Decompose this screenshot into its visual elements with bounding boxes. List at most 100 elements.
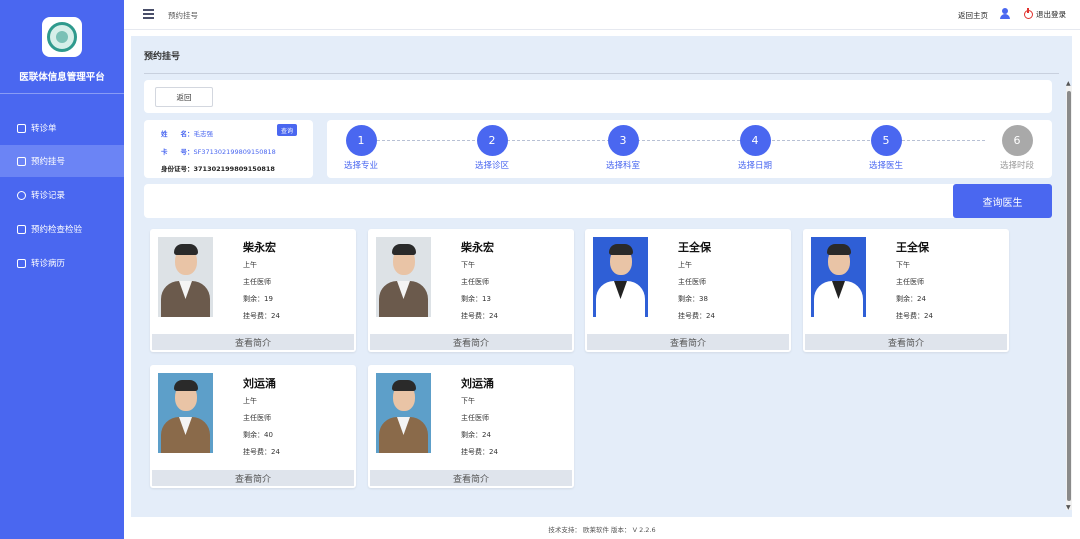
step-number: 6 (1001, 125, 1033, 156)
doctor-card: 王全保 下午 主任医师 剩余：24 挂号费：24 查看简介 (803, 229, 1009, 352)
sidebar: 医联体信息管理平台 转诊单 预约挂号 转诊记录 预约检查检验 转诊病历 (0, 0, 124, 539)
patient-name-label: 姓 名： (161, 130, 194, 138)
logout-button[interactable]: 退出登录 (1024, 8, 1066, 20)
step-2[interactable]: 2 选择诊区 (462, 125, 522, 171)
main-content: 预约挂号 返回 姓 名：毛志强 查询 卡 号：SF371302199809150… (131, 36, 1072, 517)
view-intro-button[interactable]: 查看简介 (370, 334, 572, 350)
app-title: 医联体信息管理平台 (19, 72, 105, 83)
page-title: 预约挂号 (144, 52, 181, 62)
doctor-card: 刘运涌 上午 主任医师 剩余：40 挂号费：24 查看简介 (150, 365, 356, 488)
doctor-photo (158, 237, 213, 317)
power-icon (1024, 8, 1033, 19)
doctor-name: 王全保 (678, 241, 711, 254)
doctor-card: 刘运涌 下午 主任医师 剩余：24 挂号费：24 查看简介 (368, 365, 574, 488)
user-icon[interactable] (1000, 8, 1010, 19)
title-divider (144, 73, 1059, 74)
doctor-session: 下午 (461, 261, 475, 269)
view-intro-button[interactable]: 查看简介 (587, 334, 789, 350)
step-label: 选择科室 (605, 161, 640, 171)
doctor-fee: 挂号费：24 (896, 312, 933, 320)
doctor-title: 主任医师 (896, 278, 924, 286)
step-number: 4 (739, 125, 771, 156)
back-panel: 返回 (144, 80, 1052, 113)
step-label: 选择专业 (343, 161, 378, 171)
back-button[interactable]: 返回 (155, 87, 213, 107)
doctor-remaining: 剩余：24 (461, 431, 491, 439)
patient-id-value: 371302199809150818 (193, 165, 275, 173)
sidebar-item-appointment[interactable]: 预约挂号 (0, 145, 124, 177)
doctor-name: 刘运涌 (243, 377, 276, 390)
sidebar-item-label: 预约检查检验 (31, 225, 83, 235)
home-link[interactable]: 返回主页 (958, 10, 988, 21)
breadcrumb: 预约挂号 (168, 11, 198, 20)
patient-info-card: 姓 名：毛志强 查询 卡 号：SF371302199809150818 身份证号… (144, 120, 313, 178)
sidebar-item-label: 转诊病历 (31, 259, 66, 269)
doctor-photo (811, 237, 866, 317)
record-icon (17, 190, 26, 200)
doctor-card: 王全保 上午 主任医师 剩余：38 挂号费：24 查看简介 (585, 229, 791, 352)
doctor-fee: 挂号费：24 (678, 312, 715, 320)
step-5[interactable]: 5 选择医生 (856, 125, 916, 171)
doctor-fee: 挂号费：24 (461, 312, 498, 320)
step-label: 选择时段 (999, 161, 1034, 171)
patient-id-row: 身份证号：371302199809150818 (161, 163, 275, 173)
doctor-search-bar: 查询医生 (144, 184, 1052, 218)
step-3[interactable]: 3 选择科室 (593, 125, 653, 171)
medical-record-icon (17, 258, 26, 268)
doctor-remaining: 剩余：40 (243, 431, 273, 439)
sidebar-item-label: 预约挂号 (31, 157, 66, 167)
doctor-title: 主任医师 (678, 278, 706, 286)
doctor-card: 柴永宏 上午 主任医师 剩余：19 挂号费：24 查看简介 (150, 229, 356, 352)
doctor-photo (376, 373, 431, 453)
scrollbar-thumb[interactable] (1067, 91, 1071, 501)
doctor-name: 柴永宏 (243, 241, 276, 254)
doctor-session: 上午 (678, 261, 692, 269)
sidebar-item-referral-records[interactable]: 转诊记录 (0, 179, 124, 211)
sidebar-item-label: 转诊记录 (31, 191, 66, 201)
doctor-session: 下午 (896, 261, 910, 269)
doctor-fee: 挂号费：24 (461, 448, 498, 456)
footer: 技术支持： 欧莱软件 版本： V 2.2.6 (548, 526, 656, 534)
app-logo (42, 17, 82, 57)
doctor-remaining: 剩余：38 (678, 295, 708, 303)
doctor-photo (593, 237, 648, 317)
search-doctor-button[interactable]: 查询医生 (953, 184, 1052, 218)
doctor-remaining: 剩余：19 (243, 295, 273, 303)
doctor-remaining: 剩余：24 (896, 295, 926, 303)
step-number: 5 (870, 125, 902, 156)
doctor-session: 上午 (243, 261, 257, 269)
sidebar-item-exam-booking[interactable]: 预约检查检验 (0, 213, 124, 245)
top-bar: 预约挂号 返回主页 退出登录 (124, 0, 1080, 30)
step-number: 1 (345, 125, 377, 156)
doctor-title: 主任医师 (243, 414, 271, 422)
doctor-title: 主任医师 (461, 278, 489, 286)
sidebar-item-referral-form[interactable]: 转诊单 (0, 112, 124, 144)
scroll-down-arrow[interactable]: ▼ (1066, 504, 1071, 511)
doctor-remaining: 剩余：13 (461, 295, 491, 303)
step-1[interactable]: 1 选择专业 (331, 125, 391, 171)
view-intro-button[interactable]: 查看简介 (152, 334, 354, 350)
view-intro-button[interactable]: 查看简介 (805, 334, 1007, 350)
register-icon (17, 156, 26, 166)
view-intro-button[interactable]: 查看简介 (370, 470, 572, 486)
doctor-title: 主任医师 (243, 278, 271, 286)
doctor-photo (376, 237, 431, 317)
patient-id-label: 身份证号： (161, 165, 194, 173)
sidebar-item-referral-cases[interactable]: 转诊病历 (0, 247, 124, 279)
doctor-session: 下午 (461, 397, 475, 405)
logout-label: 退出登录 (1036, 10, 1066, 19)
patient-card-value: SF371302199809150818 (193, 148, 276, 156)
view-intro-button[interactable]: 查看简介 (152, 470, 354, 486)
menu-toggle-icon[interactable] (143, 9, 154, 19)
doctor-photo (158, 373, 213, 453)
sidebar-item-label: 转诊单 (31, 124, 57, 134)
doctor-title: 主任医师 (461, 414, 489, 422)
doctor-name: 刘运涌 (461, 377, 494, 390)
step-4[interactable]: 4 选择日期 (725, 125, 785, 171)
doctor-session: 上午 (243, 397, 257, 405)
step-6[interactable]: 6 选择时段 (987, 125, 1047, 171)
patient-card-row: 卡 号：SF371302199809150818 (161, 146, 276, 156)
query-button[interactable]: 查询 (277, 124, 297, 136)
step-label: 选择诊区 (474, 161, 509, 171)
steps-panel: 1 选择专业 2 选择诊区 3 选择科室 4 选择日期 5 选择医生 6 选择时… (327, 120, 1052, 178)
